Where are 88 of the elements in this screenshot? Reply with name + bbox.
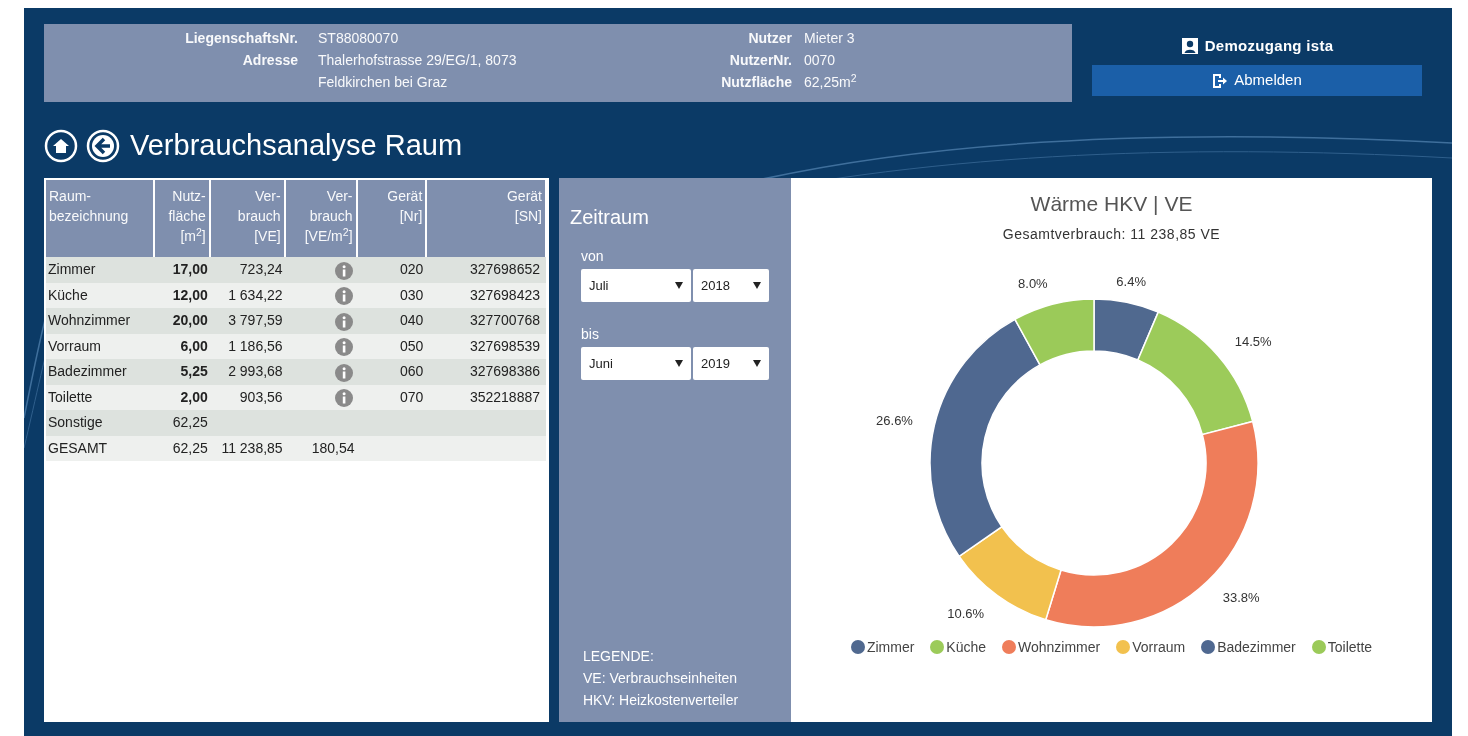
home-icon[interactable] <box>44 129 78 163</box>
table-cell: 62,25 <box>153 410 210 436</box>
table-cell: Zimmer <box>46 257 154 283</box>
legend-text: VE: Verbrauchseinheiten <box>583 669 739 688</box>
table-cell: 020 <box>356 257 427 283</box>
table-cell: Vorraum <box>46 333 154 359</box>
month-dropdown[interactable]: Juni <box>581 347 691 380</box>
chart-title: Wärme HKV | VE <box>1030 191 1193 217</box>
field-value: 0070 <box>804 51 837 70</box>
table-cell: 11 238,85 <box>209 435 285 461</box>
legend-label[interactable]: Badezimmer <box>1217 636 1296 658</box>
logout-icon <box>1212 72 1229 89</box>
legend-label[interactable]: Toilette <box>1327 636 1373 658</box>
table-cell: 723,24 <box>209 257 285 283</box>
legend-text: HKV: Heizkostenverteiler <box>583 691 740 710</box>
table-cell: 2 993,68 <box>209 359 285 385</box>
table-cell: GESAMT <box>46 435 154 461</box>
legend-label[interactable]: Zimmer <box>866 636 915 658</box>
table-cell: 62,25 <box>153 435 210 461</box>
legend-label[interactable]: Küche <box>946 636 987 658</box>
page-title: Verbrauchsanalyse Raum <box>130 128 463 164</box>
chart-subtitle: Gesamtverbrauch: 11 238,85 VE <box>1002 224 1221 244</box>
field-label: NutzerNr. <box>728 51 792 70</box>
logout-button[interactable]: Abmelden <box>1092 65 1422 96</box>
table-cell: 352218887 <box>426 384 546 410</box>
table-cell: 1 186,56 <box>209 333 285 359</box>
table-cell: 180,54 <box>284 435 357 461</box>
table-cell: 903,56 <box>209 384 285 410</box>
range-label: von <box>580 247 605 266</box>
month-dropdown[interactable]: Juli <box>581 269 691 302</box>
slice-label: 8.0% <box>1018 275 1048 291</box>
field-label: Nutzfläche <box>720 73 792 92</box>
slice-label: 33.8% <box>1222 589 1260 605</box>
table-cell: 070 <box>356 384 427 410</box>
table-cell: 327698423 <box>426 282 546 308</box>
caret-icon <box>675 282 683 289</box>
table-cell: Badezimmer <box>46 359 154 385</box>
field-value: Thalerhofstrasse 29/EG/1, 8073 <box>318 51 518 70</box>
table-cell: 1 634,22 <box>209 282 285 308</box>
period-title: Zeitraum <box>570 205 650 230</box>
account-name: Demozugang ista <box>1204 35 1334 56</box>
info-icon[interactable] <box>334 389 353 408</box>
table-cell: Wohnzimmer <box>46 308 154 334</box>
info-icon[interactable] <box>334 338 353 357</box>
caret-icon <box>753 282 761 289</box>
table-cell: 327698539 <box>426 333 546 359</box>
table-cell: 6,00 <box>153 333 210 359</box>
legend-text: LEGENDE: <box>583 647 655 666</box>
legend-label[interactable]: Vorraum <box>1132 636 1186 658</box>
info-icon[interactable] <box>334 287 353 306</box>
field-value: 62,25m$^{2}$ <box>804 71 858 92</box>
legend-label[interactable]: Wohnzimmer <box>1018 636 1101 658</box>
table-cell: 5,25 <box>153 359 210 385</box>
table-cell: 060 <box>356 359 427 385</box>
table-cell: Sonstige <box>46 410 154 436</box>
info-icon[interactable] <box>334 261 353 280</box>
field-value: ST88080070 <box>318 29 400 48</box>
table-cell: 2,00 <box>153 384 210 410</box>
year-dropdown[interactable]: 2019 <box>693 347 769 380</box>
slice-label: 14.5% <box>1234 333 1272 349</box>
slice-label: 10.6% <box>947 605 985 621</box>
table-cell: 17,00 <box>153 257 210 283</box>
table-cell: 3 797,59 <box>209 308 285 334</box>
table-cell: 040 <box>356 308 427 334</box>
range-label: bis <box>580 325 600 344</box>
table-cell: 030 <box>356 282 427 308</box>
table-cell: 327698386 <box>426 359 546 385</box>
field-label: Nutzer <box>747 29 792 48</box>
field-value: Mieter 3 <box>804 29 856 48</box>
table-cell: 327700768 <box>426 308 546 334</box>
table-cell: 327698652 <box>426 257 546 283</box>
table-cell: 050 <box>356 333 427 359</box>
year-dropdown[interactable]: 2018 <box>693 269 769 302</box>
info-icon[interactable] <box>334 312 353 331</box>
slice-label: 26.6% <box>876 412 913 428</box>
field-label: Adresse <box>241 51 298 70</box>
table-cell: 20,00 <box>153 308 210 334</box>
table-cell: Küche <box>46 282 154 308</box>
user-icon <box>1180 37 1199 55</box>
back-icon[interactable] <box>86 129 120 163</box>
table-cell: 12,00 <box>153 282 210 308</box>
caret-icon <box>753 360 761 367</box>
info-icon[interactable] <box>334 363 353 382</box>
field-label: LiegenschaftsNr. <box>184 29 298 48</box>
caret-icon <box>675 360 683 367</box>
slice-label: 6.4% <box>1116 273 1146 289</box>
field-value: Feldkirchen bei Graz <box>318 73 449 92</box>
table-cell: Toilette <box>46 384 154 410</box>
